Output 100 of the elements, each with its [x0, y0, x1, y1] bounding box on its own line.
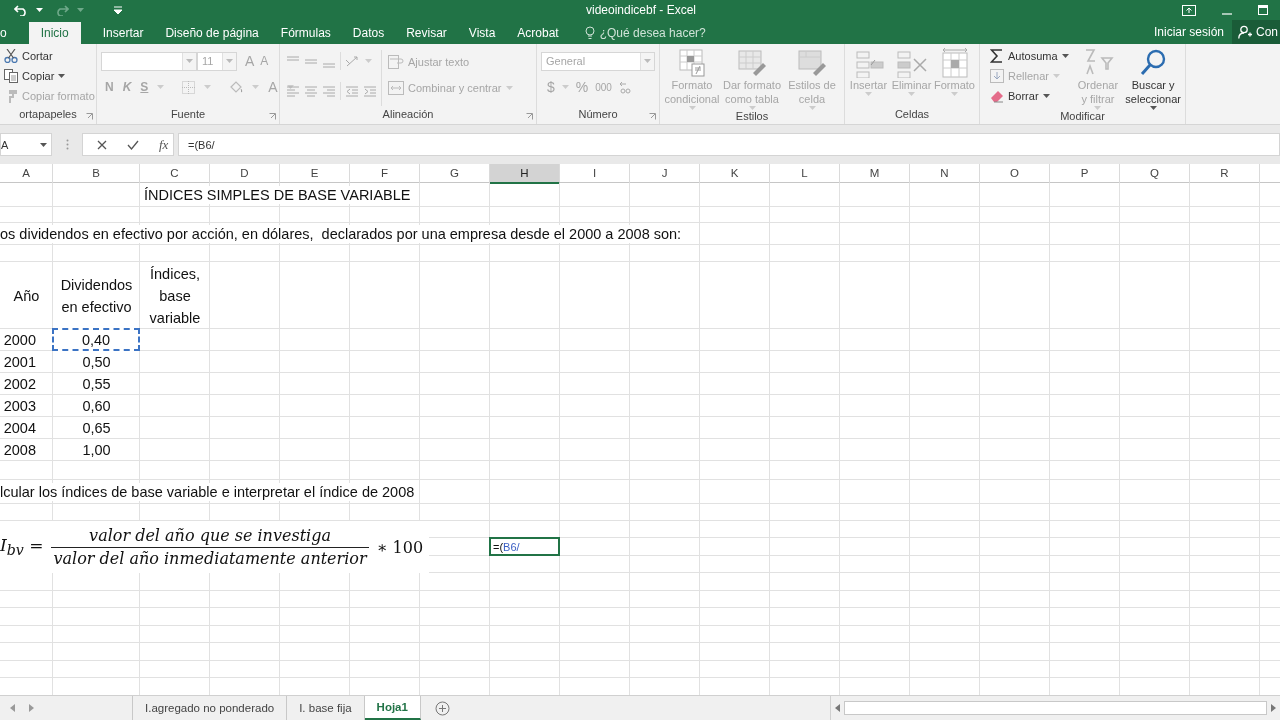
group-label: Número [577, 108, 619, 122]
caret-icon [1094, 106, 1102, 110]
sheet-tab[interactable]: I. base fija [287, 696, 365, 720]
caret-icon [688, 106, 696, 110]
column-heading: Dividendos en efectivo [59, 275, 134, 317]
ribbon-button[interactable]: Buscar y seleccionar [1125, 46, 1181, 110]
sheet-tab[interactable]: Hoja1 [364, 696, 421, 720]
scrollbar-thumb[interactable] [843, 701, 1267, 715]
caret-icon [644, 59, 651, 63]
formula-input[interactable]: =(B6/ [178, 133, 1280, 156]
next-sheet-icon[interactable] [29, 704, 34, 712]
name-box[interactable]: A [0, 133, 52, 156]
ribbon-tab[interactable]: Inicio [28, 22, 81, 44]
table-cell-text: 2003 [3, 397, 37, 416]
table-cell-text: 0,65 [82, 419, 111, 438]
group-label: Fuente [169, 108, 207, 122]
ribbon-tab[interactable]: Fórmulas [280, 22, 331, 44]
fill-bucket-icon[interactable] [229, 80, 244, 94]
caret-icon [1052, 74, 1060, 78]
caret-icon [1042, 94, 1050, 98]
caret-icon [365, 59, 372, 63]
share-button[interactable]: Con [1232, 20, 1280, 44]
borders-icon[interactable] [182, 80, 196, 94]
scroll-left-icon[interactable] [834, 704, 840, 712]
customize-icon[interactable] [114, 6, 122, 14]
cell-text: lcular los índices de base variable e interpretar el índice de 2008 [0, 483, 415, 501]
table-cell: 0,40 [52, 328, 140, 351]
ribbon-button[interactable]: Cortar [2, 46, 97, 66]
caret-icon [58, 74, 66, 78]
add-sheet-icon[interactable] [434, 700, 450, 716]
undo-icon[interactable] [14, 4, 28, 16]
ribbon-display-icon[interactable] [1182, 4, 1196, 16]
column-heading: Índices, base variable [148, 264, 202, 328]
ribbon-tab[interactable]: Insertar [102, 22, 144, 44]
dialog-launcher-icon[interactable] [269, 113, 276, 120]
table-cell-text: 2001 [3, 353, 37, 372]
ribbon-tab[interactable]: Datos [352, 22, 385, 44]
ribbon-button[interactable]: Autosuma [988, 46, 1071, 66]
delete-cells-icon [895, 48, 928, 78]
caret-icon [36, 8, 43, 12]
group-label: Modificar [1059, 110, 1106, 124]
table-format-icon [736, 48, 768, 78]
ribbon-button[interactable]: Copiar [2, 66, 97, 86]
previous-sheet-icon[interactable] [10, 704, 15, 712]
editing-cell[interactable]: =(B6/ [489, 537, 560, 556]
tell-me-field[interactable]: ¿Qué desea hacer? [599, 26, 706, 40]
ribbon-button[interactable]: Borrar [988, 86, 1071, 106]
confirm-icon[interactable] [127, 139, 139, 150]
ribbon-tab[interactable]: Acrobat [517, 22, 559, 44]
dialog-launcher-icon[interactable] [526, 113, 533, 120]
align-left-icon[interactable] [286, 84, 300, 98]
insert-function-button[interactable]: fx [159, 136, 169, 153]
dialog-launcher-icon[interactable] [649, 113, 656, 120]
table-cell-text: 0,60 [82, 397, 111, 416]
column-heading: Año [13, 286, 40, 306]
sum-icon [990, 49, 1004, 63]
group-label: ortapapeles [18, 108, 78, 122]
group-label: Celdas [893, 108, 931, 122]
conditional-format-icon [676, 48, 708, 78]
column-header[interactable]: H [490, 164, 560, 184]
caret-icon [748, 106, 756, 110]
maximize-icon[interactable] [1258, 5, 1268, 15]
scroll-right-icon[interactable] [1271, 704, 1276, 712]
ribbon-tab[interactable]: Revisar [406, 22, 447, 44]
caret-icon [1061, 54, 1069, 58]
caret-icon [865, 92, 872, 96]
grip-icon [65, 139, 69, 150]
dialog-launcher-icon[interactable] [86, 113, 93, 120]
caret-icon [252, 85, 260, 89]
caret-icon [40, 142, 47, 147]
decrease-indent-icon[interactable] [345, 84, 359, 98]
increase-indent-icon[interactable] [363, 84, 377, 98]
align-right-icon[interactable] [322, 84, 336, 98]
person-add-icon [1238, 25, 1252, 39]
table-cell-text: 2000 [3, 331, 37, 350]
caret-icon [1149, 106, 1157, 110]
group-label: Estilos [734, 110, 770, 124]
caret-icon [77, 8, 84, 12]
caret-icon [286, 85, 294, 89]
table-cell-text: 1,00 [82, 441, 111, 460]
font-name-field[interactable] [101, 51, 197, 71]
caret-icon [908, 92, 915, 96]
lightbulb-icon [584, 26, 595, 40]
align-center-icon[interactable] [304, 84, 318, 98]
fill-down-icon [990, 69, 1004, 83]
cancel-icon[interactable] [97, 139, 107, 150]
caret-icon [808, 106, 816, 110]
ribbon-tab[interactable]: Diseño de página [165, 22, 259, 44]
orientation-icon[interactable] [345, 54, 361, 68]
table-cell-text: 2002 [3, 375, 37, 394]
ribbon-tab[interactable]: o [0, 22, 7, 44]
caret-icon [951, 92, 958, 96]
increase-decimal-icon[interactable] [618, 80, 631, 94]
sign-in-link[interactable]: Iniciar sesión [1153, 20, 1232, 44]
eraser-icon [990, 89, 1004, 103]
copy-icon [4, 69, 18, 83]
sheet-tab[interactable]: I.agregado no ponderado [133, 696, 288, 720]
ribbon-tab[interactable]: Vista [468, 22, 496, 44]
caret-icon [186, 59, 193, 63]
wrap-text-icon [388, 55, 404, 69]
